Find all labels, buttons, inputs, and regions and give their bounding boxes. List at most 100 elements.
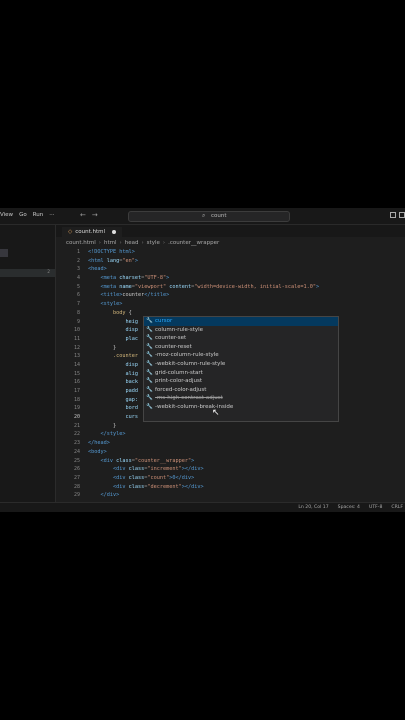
code-token: "en" — [122, 257, 135, 264]
code-token: <body> — [88, 448, 107, 455]
suggestion-item[interactable]: 🔧 print-color-adjust — [144, 377, 338, 386]
toggle-panel-icon[interactable] — [399, 212, 405, 218]
suggestion-item-deprecated[interactable]: 🔧 -ms-high-contrast-adjust — [144, 394, 338, 403]
suggestion-item[interactable]: 🔧 -webkit-column-rule-style — [144, 360, 338, 369]
code-token: gap: — [125, 396, 138, 403]
sidebar-row-badge: 2 — [47, 270, 50, 275]
suggestion-label: -moz-column-rule-style — [155, 352, 219, 359]
line-number: 21 — [73, 422, 80, 429]
code-line: <style> — [88, 300, 405, 309]
chevron-right-icon: › — [119, 240, 122, 246]
chevron-right-icon: › — [141, 240, 144, 246]
code-line: <body> — [88, 448, 405, 457]
forward-arrow-icon[interactable]: → — [92, 211, 104, 219]
line-number: 18 — [73, 396, 80, 403]
suggestion-item[interactable]: 🔧 -moz-column-rule-style — [144, 351, 338, 360]
command-center-search[interactable]: ⌕ count — [128, 211, 290, 222]
code-token: </title> — [144, 292, 170, 299]
suggestion-label: -ms-high-contrast-adjust — [155, 395, 223, 402]
line-number: 22 — [73, 431, 80, 438]
unsaved-dot-icon[interactable] — [112, 230, 117, 234]
toggle-sidebar-icon[interactable] — [390, 212, 396, 218]
suggestion-item[interactable]: 🔧 counter-set — [144, 334, 338, 343]
code-token: curs — [125, 414, 138, 421]
status-indentation[interactable]: Spaces: 4 — [338, 505, 360, 510]
line-number: 12 — [73, 344, 80, 351]
code-token: <head> — [88, 266, 107, 273]
code-token: { — [125, 309, 132, 316]
status-eol[interactable]: CRLF — [391, 505, 403, 510]
property-icon: 🔧 — [146, 335, 153, 342]
breadcrumb-item[interactable]: style — [147, 240, 160, 246]
line-number: 29 — [73, 492, 80, 499]
code-token: "UTF-8" — [144, 275, 167, 282]
line-number: 26 — [73, 466, 80, 473]
search-icon: ⌕ — [202, 212, 206, 219]
suggestion-label: cursor — [155, 318, 173, 324]
suggestion-item[interactable]: 🔧 forced-color-adjust — [144, 386, 338, 395]
suggestion-item[interactable]: 🔧 grid-column-start — [144, 369, 338, 378]
line-number: 10 — [73, 327, 80, 334]
status-bar: Ln 20, Col 17 Spaces: 4 UTF-8 CRLF — [0, 502, 405, 512]
code-line: <div class="decrement"></div> — [88, 483, 405, 492]
code-token: > — [166, 275, 170, 282]
code-line: </style> — [88, 430, 405, 439]
suggestion-item-selected[interactable]: 🔧 cursor — [144, 317, 338, 326]
mouse-pointer-icon: ↖ — [212, 408, 220, 418]
code-token: <title> — [100, 292, 123, 299]
code-token: class — [128, 466, 145, 473]
sidebar-selected-row[interactable] — [0, 249, 8, 257]
tab-label: count.html — [75, 229, 106, 235]
code-token: <div — [113, 474, 129, 481]
suggestion-label: counter-set — [155, 335, 187, 342]
menu-go[interactable]: Go — [19, 212, 27, 218]
code-token: plac — [125, 335, 138, 342]
line-number: 13 — [73, 353, 80, 360]
line-number: 25 — [73, 457, 80, 464]
line-number: 5 — [76, 283, 80, 290]
code-token: heig — [125, 318, 138, 325]
menu-view[interactable]: View — [0, 212, 13, 218]
vscode-window: View Go Run ··· ←→ ⌕ count 2 ◇ count.htm… — [0, 208, 405, 512]
code-line: <!DOCTYPE html> — [88, 248, 405, 257]
code-token: disp — [125, 361, 138, 368]
suggestion-item[interactable]: 🔧 counter-reset — [144, 343, 338, 352]
code-token: <div — [100, 457, 117, 464]
line-number: 7 — [76, 301, 80, 308]
autocomplete-suggestions: 🔧 cursor 🔧 column-rule-style 🔧 counter-set … — [143, 316, 339, 422]
code-token: "decrement" — [147, 483, 182, 490]
line-number: 24 — [73, 448, 80, 455]
code-token: > — [316, 283, 320, 290]
code-line: <head> — [88, 265, 405, 274]
code-token: <!DOCTYPE html> — [88, 249, 135, 255]
line-number: 19 — [73, 405, 80, 412]
nav-buttons: ←→ — [80, 211, 104, 219]
line-number: 17 — [73, 388, 80, 394]
back-arrow-icon[interactable]: ← — [80, 211, 92, 219]
title-bar: View Go Run ··· ←→ ⌕ count — [0, 208, 405, 225]
sidebar-row[interactable]: 2 — [0, 269, 55, 277]
menu-more[interactable]: ··· — [49, 212, 54, 218]
property-icon: 🔧 — [146, 369, 153, 376]
code-token: } — [113, 344, 117, 351]
code-token: <meta — [100, 283, 120, 290]
breadcrumb-item[interactable]: .counter__wrapper — [168, 240, 219, 246]
suggestion-item[interactable]: 🔧 -webkit-column-break-inside — [144, 403, 338, 412]
menu-run[interactable]: Run — [33, 212, 44, 218]
line-number: 15 — [73, 370, 80, 377]
code-token: class — [128, 474, 145, 481]
status-cursor-position[interactable]: Ln 20, Col 17 — [298, 505, 328, 510]
code-token: ></div> — [181, 483, 204, 490]
breadcrumb-item[interactable]: html — [104, 240, 117, 246]
breadcrumb-item[interactable]: count.html — [66, 240, 96, 246]
tab-count-html[interactable]: ◇ count.html — [62, 227, 123, 237]
code-token: .counter — [113, 353, 138, 360]
suggestion-item[interactable]: 🔧 column-rule-style — [144, 326, 338, 335]
code-token: counter — [122, 292, 145, 299]
code-token: </style> — [100, 431, 126, 438]
code-token: "viewport" — [134, 283, 167, 290]
property-icon: 🔧 — [146, 352, 153, 359]
line-number-active: 20 — [73, 414, 80, 421]
status-encoding[interactable]: UTF-8 — [369, 505, 382, 510]
breadcrumb-item[interactable]: head — [125, 240, 139, 246]
